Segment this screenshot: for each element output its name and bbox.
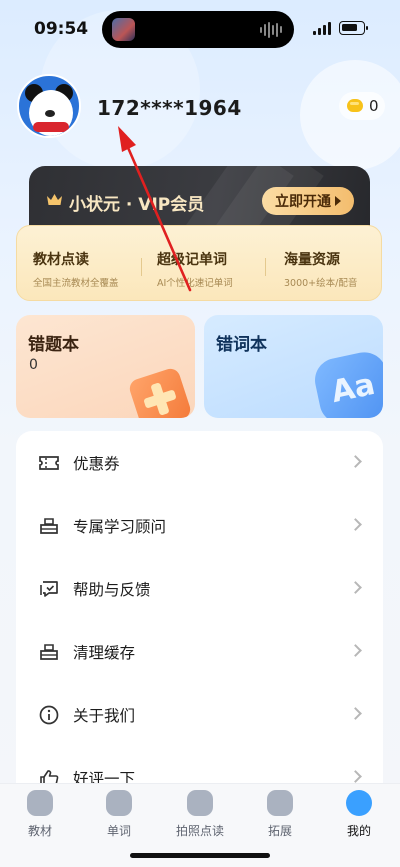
tab-label: 单词 — [106, 824, 131, 838]
menu-item-label: 优惠券 — [73, 455, 120, 473]
expand-icon — [267, 790, 293, 816]
textbook-icon — [27, 790, 53, 816]
play-arrow-icon — [335, 196, 341, 206]
home-indicator — [130, 853, 270, 858]
divider — [141, 258, 142, 276]
benefit-textbook: 教材点读 全国主流教材全覆盖 — [33, 252, 119, 289]
audio-wave-icon — [260, 21, 282, 38]
words-book-card[interactable]: 错词本 Aa — [204, 315, 383, 418]
status-time: 09:54 — [34, 19, 89, 39]
mistakes-book-card[interactable]: 错题本 0 — [16, 315, 195, 418]
benefit-words: 超级记单词 AI个性化速记单词 — [157, 252, 233, 289]
chevron-right-icon — [349, 707, 362, 720]
status-bar: 09:54 — [0, 0, 400, 58]
plus-icon — [127, 366, 193, 418]
coin-count: 0 — [369, 97, 379, 115]
chevron-right-icon — [349, 518, 362, 531]
clean-icon — [40, 644, 58, 660]
crown-icon — [47, 194, 62, 205]
camera-icon — [187, 790, 213, 816]
menu-item-label: 帮助与反馈 — [73, 581, 151, 599]
tab-words[interactable]: 单词 — [87, 790, 151, 839]
settings-menu: 优惠券 专属学习顾问 帮助与反馈 清理缓存 关于我们 好评一下 — [16, 431, 383, 791]
tab-textbook[interactable]: 教材 — [8, 790, 72, 839]
tab-label: 拍照点读 — [175, 824, 224, 838]
tab-mine[interactable]: 我的 — [327, 790, 391, 839]
tab-label: 教材 — [27, 824, 52, 838]
coupon-icon — [39, 456, 59, 470]
coin-balance[interactable]: 0 — [339, 92, 385, 120]
vip-benefits[interactable]: 教材点读 全国主流教材全覆盖 超级记单词 AI个性化速记单词 海量资源 3000… — [16, 225, 382, 301]
now-playing-thumbnail — [112, 18, 135, 41]
vip-open-button[interactable]: 立即开通 — [262, 187, 354, 215]
chevron-right-icon — [349, 455, 362, 468]
menu-item-label: 关于我们 — [73, 707, 136, 725]
feedback-icon — [40, 581, 58, 597]
menu-item-advisor[interactable]: 专属学习顾问 — [16, 494, 383, 557]
tab-photo-read[interactable]: 拍照点读 — [168, 790, 232, 839]
menu-item-feedback[interactable]: 帮助与反馈 — [16, 557, 383, 620]
mistakes-book-count: 0 — [29, 357, 38, 373]
tab-label: 拓展 — [267, 824, 292, 838]
dynamic-island — [102, 11, 294, 48]
words-book-title: 错词本 — [216, 335, 267, 355]
menu-item-label: 专属学习顾问 — [73, 518, 167, 536]
advisor-icon — [40, 518, 58, 534]
vip-open-button-label: 立即开通 — [275, 194, 331, 210]
vip-title: 小状元 · VIP会员 — [69, 195, 205, 215]
menu-item-label: 清理缓存 — [73, 644, 136, 662]
alphabet-icon: Aa — [310, 348, 383, 418]
menu-item-about[interactable]: 关于我们 — [16, 683, 383, 746]
benefit-resources: 海量资源 3000+绘本/配音 — [284, 252, 358, 289]
coin-icon — [347, 99, 363, 112]
profile-icon — [346, 790, 372, 816]
menu-item-clear-cache[interactable]: 清理缓存 — [16, 620, 383, 683]
tab-label: 我的 — [346, 824, 371, 838]
mistakes-book-title: 错题本 — [28, 335, 79, 355]
info-icon — [39, 705, 59, 725]
menu-item-coupon[interactable]: 优惠券 — [16, 431, 383, 494]
signal-icon — [313, 22, 333, 35]
chevron-right-icon — [349, 644, 362, 657]
divider — [265, 258, 266, 276]
chevron-right-icon — [349, 770, 362, 783]
user-phone[interactable]: 172****1964 — [97, 96, 242, 120]
chevron-right-icon — [349, 581, 362, 594]
avatar[interactable] — [17, 74, 81, 138]
words-icon — [106, 790, 132, 816]
tab-expand[interactable]: 拓展 — [248, 790, 312, 839]
battery-icon — [339, 21, 368, 35]
